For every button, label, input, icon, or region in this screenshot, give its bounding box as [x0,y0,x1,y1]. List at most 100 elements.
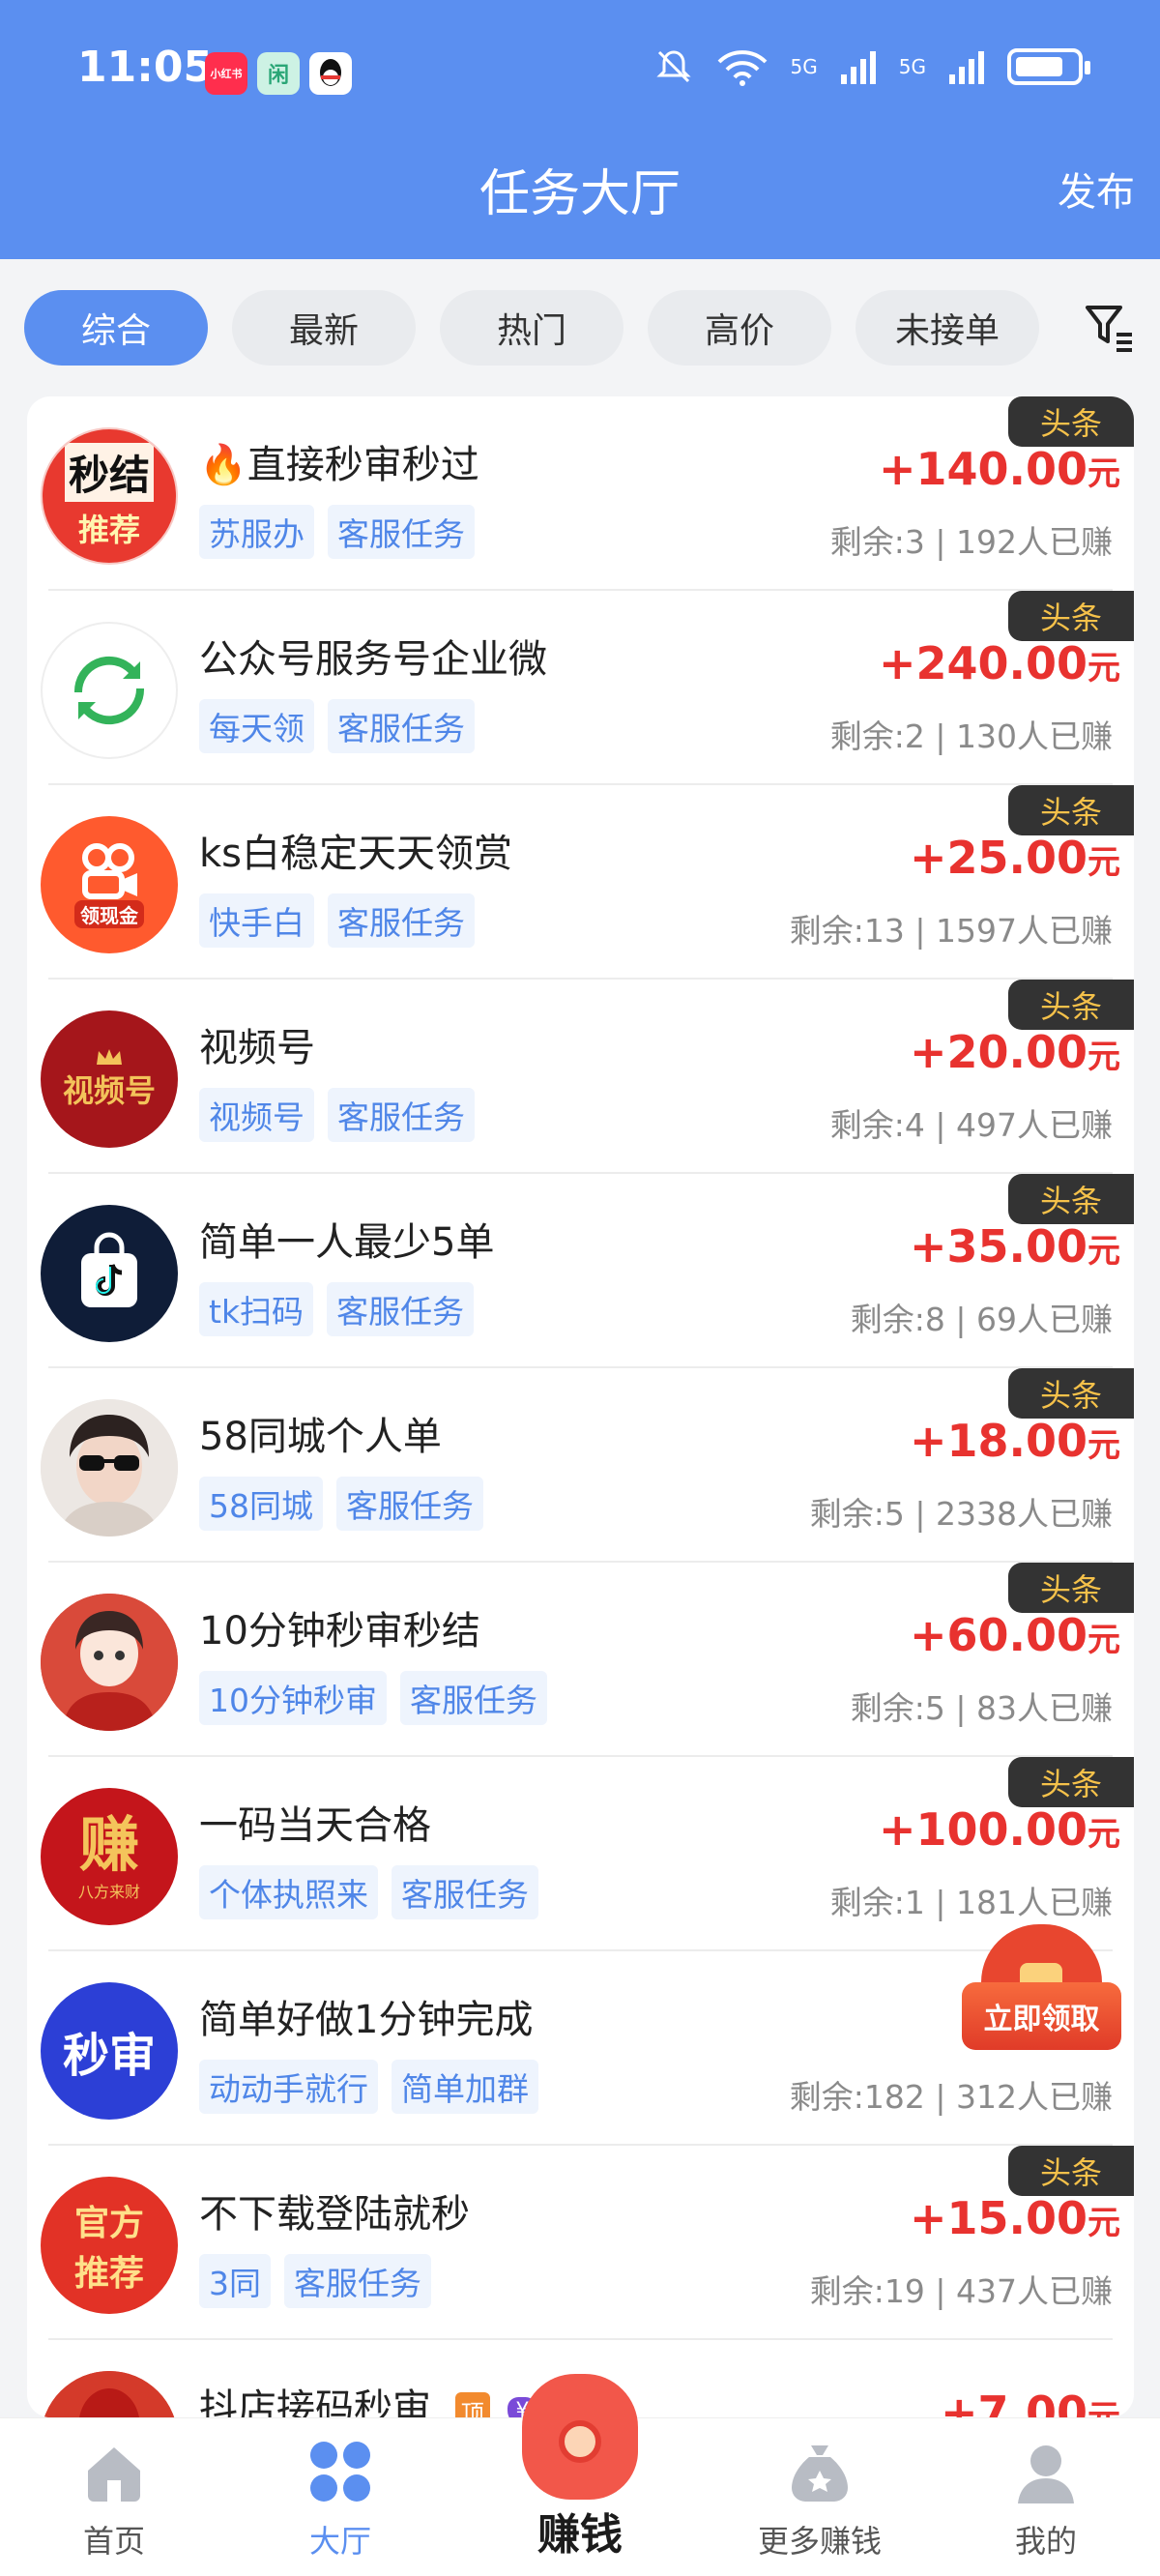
task-row[interactable]: 简单一人最少5单 tk扫码 客服任务 +35.00元 剩余:8 | 69人已赚 … [27,1174,1134,1368]
red-packet-button[interactable]: 立即领取 [962,1924,1121,2060]
home-icon [88,2447,140,2502]
headline-badge: 头条 [1008,396,1134,447]
headline-badge: 头条 [1008,591,1134,641]
task-title: 抖店接码秒审 顶 ¥ [199,2377,537,2417]
task-tag: 视频号 [199,1088,314,1142]
task-row[interactable]: 10分钟秒审秒结 10分钟秒审 客服任务 +60.00元 剩余:5 | 83人已… [27,1563,1134,1757]
task-tags: 动动手就行 简单加群 [199,2060,538,2114]
task-title: 不下载登陆就秒 [199,2192,470,2237]
headline-badge: 头条 [1008,785,1134,835]
price-value: +15.00 [909,2192,1088,2244]
task-price: +240.00元 [879,637,1120,689]
task-price: +60.00元 [910,1609,1120,1661]
tiktok-shop-icon [81,1232,137,1307]
avatar-text: 视频号 [62,1072,156,1109]
nav-mine[interactable]: 我的 [949,2438,1143,2573]
task-tags: tk扫码 客服任务 [199,1282,475,1336]
task-price: +7.00元 [941,2386,1120,2417]
filter-tabs: 综合 最新 热门 高价 未接单 [24,290,1136,369]
avatar-subtext: 推荐 [73,2254,144,2294]
xiaohongshu-app-icon: 小红书 [205,52,247,95]
task-title: 一码当天合格 [199,1803,431,1848]
signal-icon [840,51,876,84]
task-row[interactable]: 秒结 推荐 🔥直接秒审秒过 苏服办 客服任务 +140.00元 剩余:3 | 1… [27,396,1134,591]
task-meta: 剩余:19 | 437人已赚 [809,2272,1113,2310]
wechat-service-icon [67,648,152,733]
task-tag: 每天领 [199,699,314,753]
task-title: ks白稳定天天领赏 [199,832,513,876]
qq-app-icon [309,52,352,95]
lucky-bag-icon [522,2374,638,2500]
top-badge: 顶 [454,2391,490,2417]
nav-earn[interactable]: 赚钱 [503,2374,657,2567]
headline-badge: 头条 [1008,1368,1134,1419]
tab-latest[interactable]: 最新 [232,290,416,366]
task-avatar: 视频号 [41,1010,178,1148]
task-meta: 剩余:182 | 312人已赚 [789,2078,1113,2116]
task-tag: 客服任务 [327,1282,475,1336]
tab-hot[interactable]: 热门 [440,290,624,366]
publish-button[interactable]: 发布 [1058,161,1135,217]
task-row[interactable]: 58同城个人单 58同城 客服任务 +18.00元 剩余:5 | 2338人已赚… [27,1368,1134,1563]
headline-badge: 头条 [1008,980,1134,1030]
task-row[interactable]: 领现金 ks白稳定天天领赏 快手白 客服任务 +25.00元 剩余:13 | 1… [27,785,1134,980]
task-title: 58同城个人单 [199,1415,442,1459]
network-5g-label: 5G [790,55,818,78]
nav-more-earn[interactable]: 更多赚钱 [723,2438,916,2573]
task-tags: 58同城 客服任务 [199,1477,483,1531]
task-tag: 客服任务 [284,2254,431,2308]
price-value: +25.00 [909,832,1088,884]
crown-icon [97,1049,122,1065]
nav-hall[interactable]: 大厅 [244,2438,437,2573]
tab-not-taken[interactable]: 未接单 [856,290,1039,366]
task-tags: 视频号 客服任务 [199,1088,475,1142]
task-meta: 剩余:3 | 192人已赚 [829,523,1113,561]
task-avatar [41,622,178,759]
task-tag: 客服任务 [400,1671,547,1725]
task-price: +20.00元 [910,1026,1120,1078]
task-avatar: 秒结 推荐 [41,427,178,565]
tab-comprehensive[interactable]: 综合 [24,290,208,366]
price-unit: 元 [1088,1426,1120,1465]
task-row[interactable]: 官方 推荐 不下载登陆就秒 3同 客服任务 +15.00元 剩余:19 | 43… [27,2146,1134,2340]
wifi-icon [717,50,767,86]
task-meta: 剩余:5 | 2338人已赚 [809,1495,1113,1533]
xianyu-app-icon: 闲 [257,52,300,95]
filter-icon[interactable] [1084,302,1136,354]
task-title-text: 抖店接码秒审 [199,2386,431,2417]
headline-badge: 头条 [1008,1563,1134,1613]
task-row[interactable]: 赚 八方来财 一码当天合格 个体执照来 客服任务 +100.00元 剩余:1 |… [27,1757,1134,1951]
task-list: 秒结 推荐 🔥直接秒审秒过 苏服办 客服任务 +140.00元 剩余:3 | 1… [27,396,1134,2417]
task-avatar: 官方 推荐 [41,2177,178,2314]
avatar-subtext: 推荐 [77,511,140,548]
task-tag: 58同城 [199,1477,323,1531]
task-avatar [41,1205,178,1342]
red-packet-label: 立即领取 [962,1982,1121,2050]
task-title: 简单好做1分钟完成 [199,1998,534,2042]
nav-home[interactable]: 首页 [17,2438,211,2573]
avatar-subtext: 八方来财 [77,1883,140,1901]
task-avatar: 秒审 [41,1982,178,2120]
task-row[interactable]: 视频号 视频号 视频号 客服任务 +20.00元 剩余:4 | 497人已赚 头… [27,980,1134,1174]
price-unit: 元 [1088,1038,1120,1076]
price-unit: 元 [1088,454,1120,493]
signal-icon-2 [949,51,984,84]
task-tag: 苏服办 [199,505,314,559]
task-row[interactable]: 公众号服务号企业微 每天领 客服任务 +240.00元 剩余:2 | 130人已… [27,591,1134,785]
tab-high-price[interactable]: 高价 [648,290,831,366]
page-title: 任务大厅 [478,165,681,223]
avatar-text: 秒结 [64,442,154,502]
price-value: +100.00 [878,1803,1088,1856]
god-of-wealth-avatar [41,2371,178,2417]
price-value: +140.00 [878,443,1088,495]
grid-icon [310,2442,370,2502]
mute-bell-icon [655,50,691,83]
nav-more-earn-label: 更多赚钱 [757,2523,882,2560]
task-tag: 客服任务 [328,1088,475,1142]
price-unit: 元 [1088,1232,1120,1271]
task-price: +140.00元 [879,443,1120,495]
price-value: +35.00 [909,1220,1088,1273]
price-unit: 元 [1088,2204,1120,2242]
status-icons: 5G 5G [653,46,1090,87]
task-title: 简单一人最少5单 [199,1220,495,1265]
